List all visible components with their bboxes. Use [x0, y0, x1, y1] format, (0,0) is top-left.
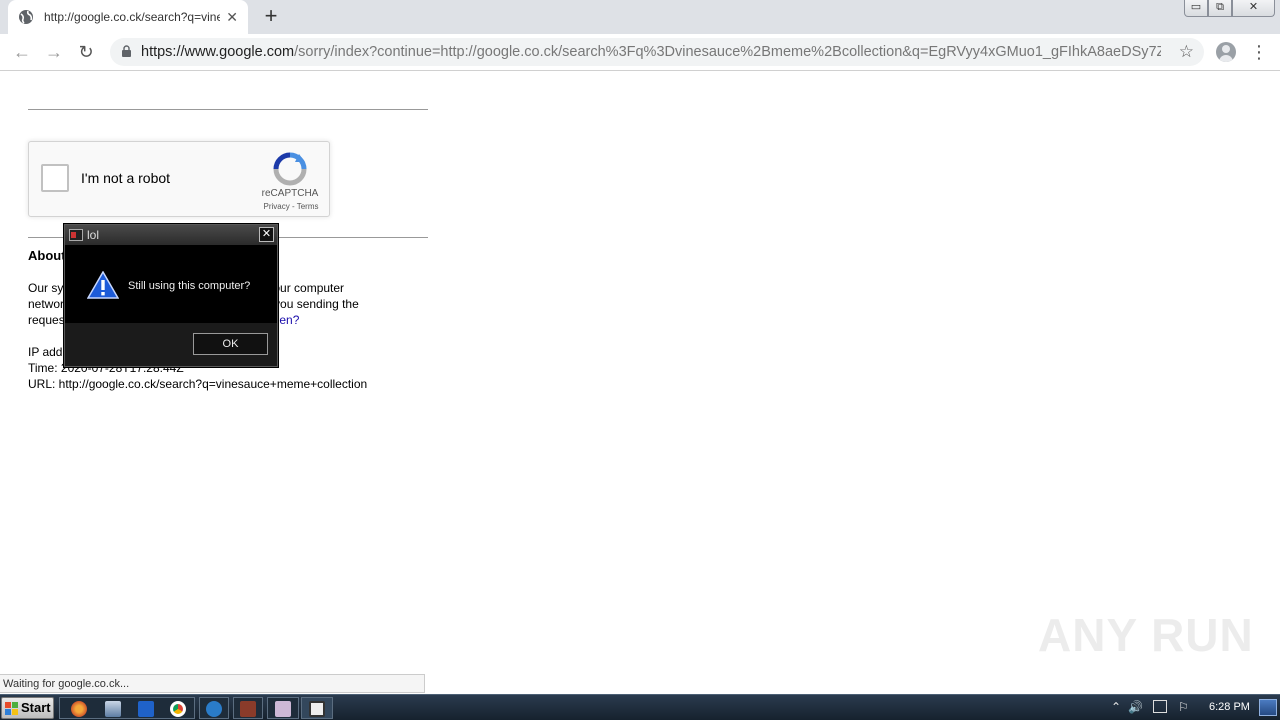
minimize-button[interactable]: ▭ [1184, 0, 1208, 17]
tab-strip: http://google.co.ck/search?q=vinesauce+m… [0, 0, 1280, 34]
url-text: https://www.google.com/sorry/index?conti… [141, 44, 1161, 60]
url-line: URL: http://google.co.ck/search?q=vinesa… [28, 377, 368, 391]
taskbar-app-2[interactable] [233, 697, 263, 719]
globe-icon [19, 10, 33, 24]
new-tab-button[interactable]: + [260, 5, 282, 27]
dialog-body: Still using this computer? [65, 245, 277, 323]
action-center-flag-icon[interactable]: ⚐ [1178, 700, 1189, 714]
warning-icon [87, 271, 119, 299]
dialog-titlebar[interactable]: lol ✕ [65, 225, 277, 245]
url-host: https://www.google.com [141, 44, 295, 60]
divider [28, 109, 428, 110]
start-label: Start [21, 700, 51, 715]
app-icon [69, 229, 83, 241]
taskbar-clock[interactable]: 6:28 PM [1209, 701, 1250, 713]
start-button[interactable]: Start [1, 697, 54, 719]
system-tray: ⌃ 🔊 ⚐ [1106, 695, 1280, 720]
browser-toolbar: ← → ↻ https://www.google.com/sorry/index… [0, 34, 1280, 71]
chrome-icon[interactable] [170, 701, 186, 717]
about-heading: About [28, 248, 66, 263]
taskbar-app-3[interactable] [267, 697, 299, 719]
dialog-footer: OK [65, 323, 277, 366]
dialog-message: Still using this computer? [128, 280, 251, 292]
recaptcha-logo-icon [273, 152, 307, 186]
recaptcha-checkbox[interactable] [41, 164, 69, 192]
reload-button[interactable]: ↻ [76, 42, 96, 62]
back-button[interactable]: ← [12, 42, 32, 62]
network-icon[interactable] [1153, 700, 1167, 713]
taskbar-app-1[interactable] [199, 697, 229, 719]
watermark-logo: ANY RUN [1038, 609, 1254, 661]
taskbar: Start ⌃ 🔊 ⚐ 6:28 PM [0, 694, 1280, 720]
profile-avatar-icon[interactable] [1216, 42, 1236, 62]
status-bar: Waiting for google.co.ck... [0, 674, 425, 693]
ok-button[interactable]: OK [193, 333, 268, 355]
forward-button[interactable]: → [44, 42, 64, 62]
dialog-title: lol [87, 228, 100, 242]
window-controls: ▭ ⧉ ✕ [1184, 0, 1275, 17]
tab-title: http://google.co.ck/search?q=vinesauce+m… [44, 10, 220, 24]
para-line-2-start: networ [28, 297, 65, 311]
recaptcha-widget: I'm not a robot reCAPTCHA Privacy - Term… [28, 141, 330, 217]
recaptcha-label: I'm not a robot [81, 170, 171, 186]
tab-close-icon[interactable]: ✕ [226, 9, 238, 25]
show-desktop-button[interactable] [1259, 699, 1277, 716]
taskbar-app-4[interactable] [301, 697, 333, 719]
address-bar[interactable]: https://www.google.com/sorry/index?conti… [110, 38, 1204, 66]
browser-menu-icon[interactable]: ⋮ [1250, 42, 1268, 62]
app-4-icon [309, 701, 325, 717]
windows-flag-icon [5, 702, 18, 715]
ip-line: IP add [28, 345, 63, 359]
dialog-close-button[interactable]: ✕ [259, 227, 274, 242]
tray-expand-icon[interactable]: ⌃ [1111, 700, 1121, 714]
firefox-icon[interactable] [71, 701, 87, 717]
recaptcha-links[interactable]: Privacy - Terms [251, 202, 331, 211]
explorer-icon[interactable] [105, 701, 121, 717]
volume-icon[interactable]: 🔊 [1128, 700, 1143, 714]
quick-launch [59, 697, 195, 719]
browser-tab[interactable]: http://google.co.ck/search?q=vinesauce+m… [8, 0, 248, 34]
message-dialog: lol ✕ Still using this computer? OK [64, 224, 278, 367]
url-path: /sorry/index?continue=http://google.co.c… [294, 44, 1161, 60]
media-player-icon[interactable] [138, 701, 154, 717]
para-line-3-start: reques [28, 313, 65, 327]
app-3-icon [275, 701, 291, 717]
page-content: I'm not a robot reCAPTCHA Privacy - Term… [0, 72, 1280, 692]
bookmark-star-icon[interactable]: ☆ [1179, 42, 1194, 62]
lock-icon [122, 45, 131, 57]
window-close-button[interactable]: ✕ [1232, 0, 1275, 17]
app-1-icon [206, 701, 222, 717]
screen: http://google.co.ck/search?q=vinesauce+m… [0, 0, 1280, 720]
restore-button[interactable]: ⧉ [1208, 0, 1232, 17]
recaptcha-brand: reCAPTCHA [261, 188, 319, 199]
app-2-icon [240, 701, 256, 717]
para-line-1-start: Our sy [28, 281, 64, 295]
